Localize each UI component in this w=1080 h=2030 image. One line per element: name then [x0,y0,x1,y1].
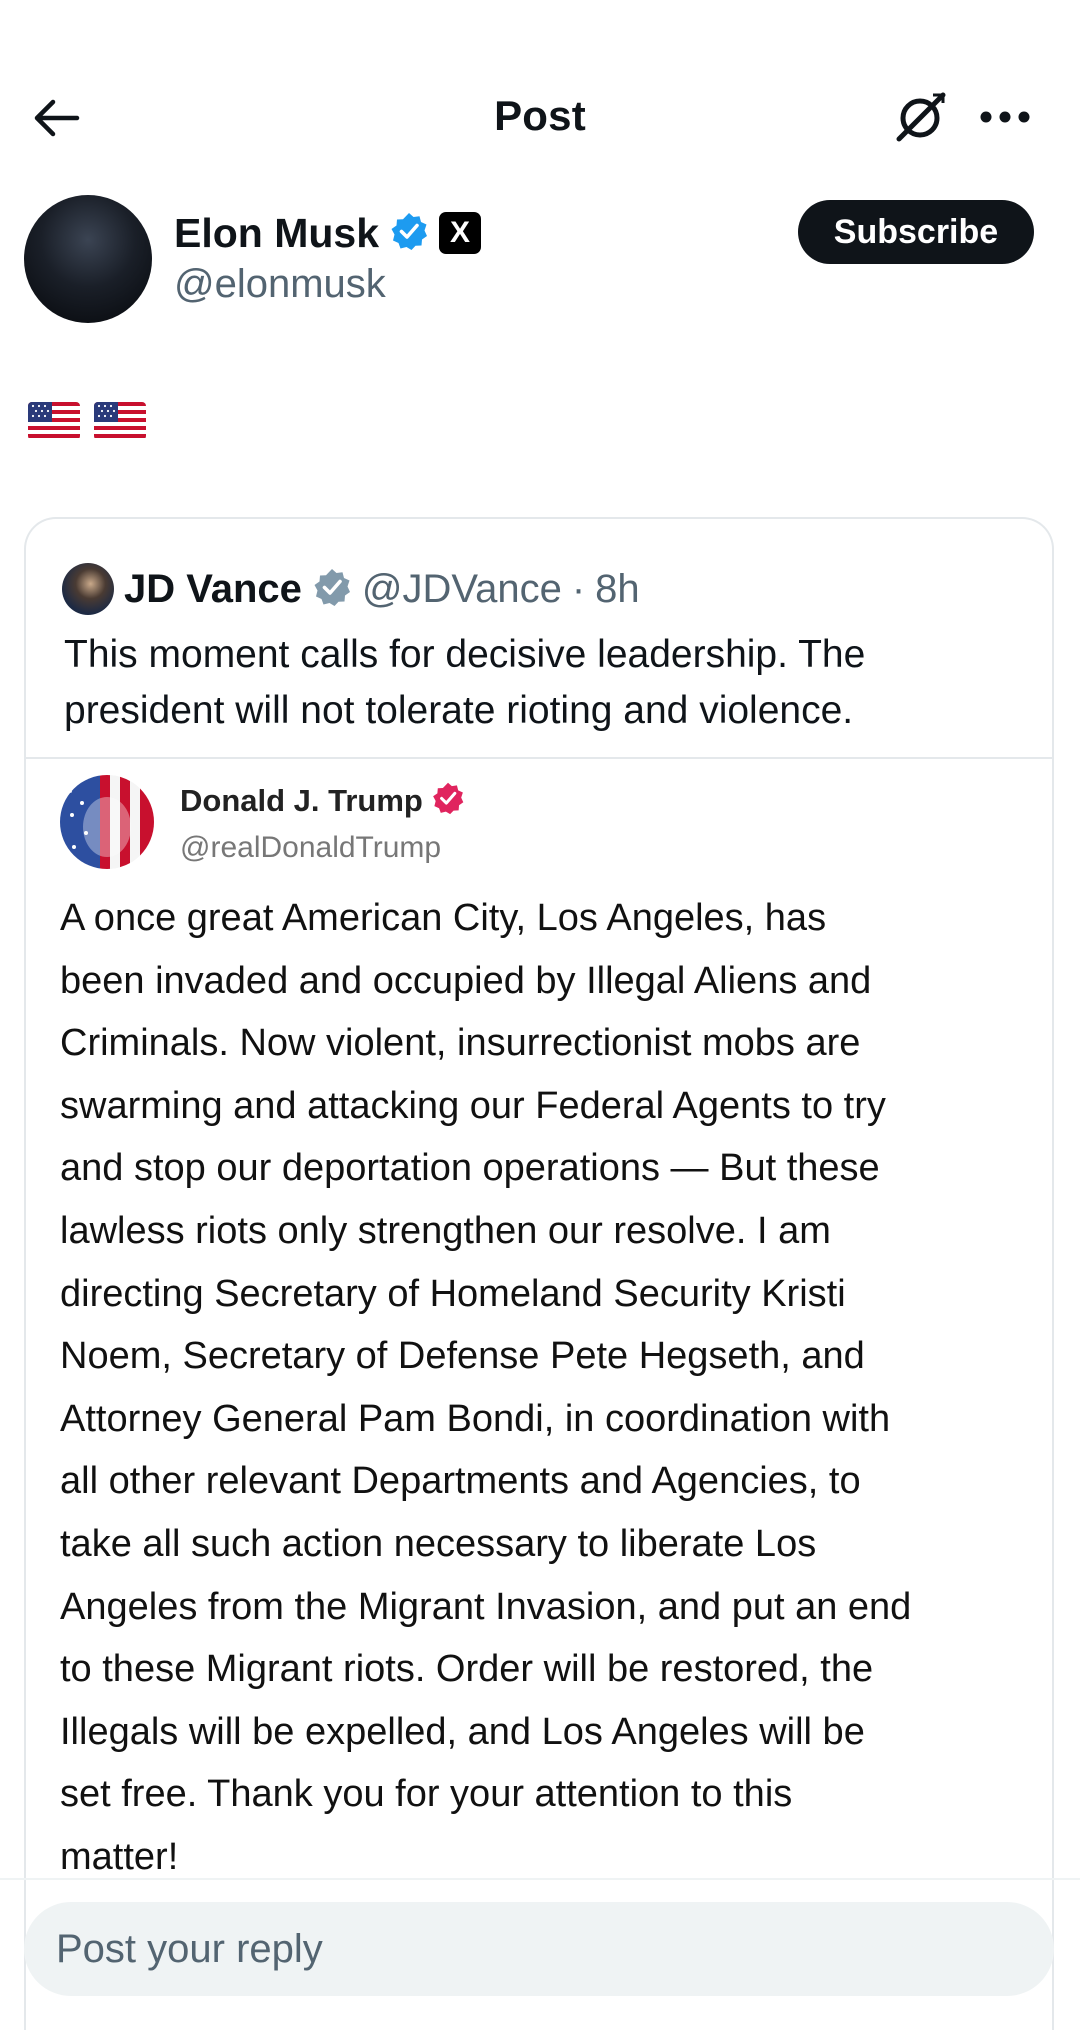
embedded-post-text: A once great American City, Los Angeles,… [60,897,912,1878]
author-avatar[interactable] [24,195,152,323]
x-affiliate-badge[interactable]: X [439,212,482,254]
verified-blue-icon [389,211,429,256]
more-options-button[interactable] [972,86,1038,152]
post-detail-screen: Post Elon Musk X @elonmusk Subscribe JD … [0,0,1080,2030]
embedded-author-avatar [60,775,154,869]
embedded-author-handle: @realDonaldTrump [180,831,442,864]
author-handle[interactable]: @elonmusk [174,262,386,307]
quoted-author-handle[interactable]: @JDVance [362,567,562,612]
post-content [28,402,146,440]
embedded-name-row: Donald J. Trump [180,781,465,820]
top-bar: Post [0,70,1080,166]
x-logo-icon: X [450,216,471,249]
quoted-post-header: JD Vance @JDVance · 8h [62,559,640,619]
more-dots-icon [979,110,1031,129]
quoted-author-avatar[interactable] [62,563,114,615]
grok-icon [893,89,949,150]
author-name-row: Elon Musk X [174,205,482,261]
us-flag-icon [28,402,80,440]
verified-pink-icon [431,781,465,820]
subscribe-button[interactable]: Subscribe [798,200,1034,264]
reply-input[interactable] [24,1902,1054,1996]
quoted-author-name[interactable]: JD Vance [124,567,302,612]
verified-gray-icon [312,567,352,612]
author-name[interactable]: Elon Musk [174,210,379,257]
embedded-author-name: Donald J. Trump [180,782,423,818]
separator-dot: · [571,566,586,611]
quoted-post-card[interactable]: JD Vance @JDVance · 8h This moment calls… [24,517,1054,2030]
us-flag-icon [94,402,146,440]
post-time: 8h [595,566,640,611]
embedded-screenshot[interactable]: Donald J. Trump @realDonaldTrump A once … [26,757,1052,2030]
grok-button[interactable] [888,86,954,152]
reply-divider [0,1878,1080,1880]
quoted-post-text: This moment calls for decisive leadershi… [64,633,866,732]
